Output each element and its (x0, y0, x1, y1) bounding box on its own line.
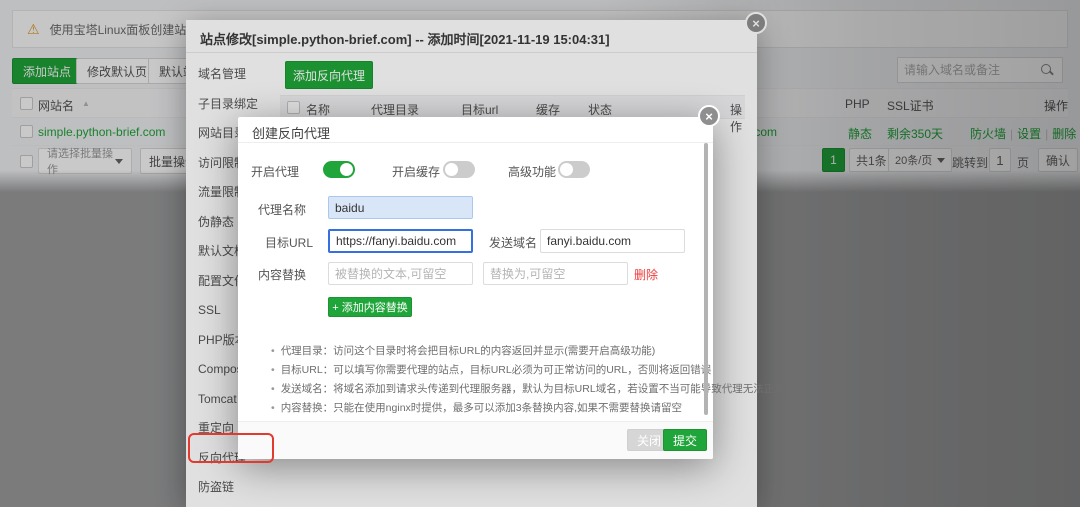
sort-asc-icon[interactable]: ▲ (82, 99, 90, 108)
close-icon[interactable]: × (745, 12, 767, 34)
batch-checkbox[interactable] (20, 155, 33, 168)
caret-down-icon (937, 157, 946, 163)
proxy-col-dir: 代理目录 (371, 103, 420, 117)
jump-input[interactable] (989, 148, 1011, 172)
note-target-url: • 目标URL：可以填写你需要代理的站点，目标URL必须为可正常访问的URL，否则… (271, 364, 712, 376)
bullet-icon: • (271, 402, 275, 414)
toggle-knob (560, 163, 573, 176)
row-actions: 防火墙 | 设置 | 删除 (970, 125, 1076, 142)
page-1-button[interactable]: 1 (822, 148, 845, 172)
proxy-name-input[interactable] (328, 196, 473, 219)
search-input[interactable] (898, 63, 1040, 77)
target-url-input[interactable] (328, 229, 473, 253)
bullet-icon: • (271, 364, 275, 376)
send-domain-label: 发送域名 (489, 236, 538, 250)
enable-proxy-label: 开启代理 (251, 165, 300, 179)
proxy-col-target: 目标url (461, 103, 499, 117)
page-size-select[interactable]: 20条/页 (888, 148, 953, 172)
menu-item-domain[interactable]: 域名管理 (186, 60, 268, 90)
row-checkbox[interactable] (20, 125, 33, 138)
firewall-link[interactable]: 防火墙 (970, 127, 1006, 141)
col-site-name[interactable]: 网站名 (38, 97, 74, 114)
jump-unit: 页 (1017, 156, 1030, 170)
bullet-icon: • (271, 345, 275, 357)
dialog-header: 站点修改[simple.python-brief.com] -- 添加时间[20… (186, 20, 757, 53)
menu-item-site-log[interactable]: 网站日志 (186, 503, 268, 507)
delete-link[interactable]: 删除 (1052, 127, 1076, 141)
warning-icon: ⚠ (27, 20, 40, 37)
caret-down-icon (115, 158, 123, 164)
send-domain-input[interactable] (540, 229, 685, 253)
toggle-knob (445, 163, 458, 176)
proxy-table-header: 名称 代理目录 目标url 缓存 状态 操作 (280, 95, 745, 134)
enable-proxy-toggle[interactable] (323, 161, 355, 178)
site-name-link[interactable]: simple.python-brief.com (38, 125, 165, 139)
batch-select-value: 请选择批量操作 (47, 148, 113, 176)
php-status[interactable]: 静态 (848, 125, 872, 142)
screen: ⚠ 使用宝塔Linux面板创建站点时会自动创 添加站点 修改默认页 默认站点 网… (0, 0, 1080, 507)
batch-select[interactable]: 请选择批量操作 (38, 148, 132, 176)
create-reverse-proxy-dialog: 创建反向代理 × 开启代理 开启缓存 高级功能 代理名称 目标URL 发送域名 … (238, 105, 806, 459)
proxy-col-name: 名称 (306, 103, 331, 117)
col-php: PHP (845, 97, 870, 111)
bullet-icon: • (271, 383, 275, 395)
col-actions: 操作 (1044, 99, 1069, 113)
proxy-dialog-title: 创建反向代理 (252, 126, 331, 141)
action-separator: | (1045, 127, 1049, 141)
enable-cache-label: 开启缓存 (392, 165, 441, 179)
proxy-dialog-header: 创建反向代理 (238, 117, 713, 143)
note-content-replace: • 内容替换：只能在使用nginx时提供，最多可以添加3条替换内容,如果不需要替换… (271, 402, 683, 414)
dialog-title: 站点修改[simple.python-brief.com] -- 添加时间[20… (200, 32, 610, 47)
replace-to-input[interactable] (483, 262, 628, 285)
proxy-col-status: 状态 (588, 103, 613, 117)
total-count: 共1条 (849, 148, 894, 172)
settings-link[interactable]: 设置 (1017, 127, 1041, 141)
add-site-button[interactable]: 添加站点 (12, 58, 83, 84)
proxy-dialog-footer: 关闭 提交 (238, 421, 713, 459)
action-separator: | (1010, 127, 1014, 141)
modify-default-page-button[interactable]: 修改默认页 (76, 58, 159, 84)
content-replace-label: 内容替换 (258, 268, 307, 282)
site-search (897, 57, 1063, 83)
note-send-domain: • 发送域名：将域名添加到请求头传递到代理服务器，默认为目标URL域名，若设置不当… (271, 383, 806, 395)
scrollbar-thumb[interactable] (704, 143, 708, 415)
jump-label: 跳转到 (952, 156, 989, 170)
replace-from-input[interactable] (328, 262, 473, 285)
add-reverse-proxy-button[interactable]: 添加反向代理 (285, 61, 373, 89)
menu-item-subdir[interactable]: 子目录绑定 (186, 90, 268, 120)
enable-cache-toggle[interactable] (443, 161, 475, 178)
select-all-checkbox[interactable] (20, 97, 33, 110)
confirm-button[interactable]: 确认 (1038, 148, 1079, 172)
proxy-col-cache: 缓存 (536, 103, 561, 117)
col-ssl: SSL证书 (887, 99, 934, 113)
proxy-col-actions: 操作 (730, 103, 743, 134)
close-icon[interactable]: × (698, 105, 720, 127)
page-size-value: 20条/页 (895, 155, 933, 167)
submit-button[interactable]: 提交 (663, 429, 708, 451)
proxy-name-label: 代理名称 (258, 203, 307, 217)
menu-item-anti-leech[interactable]: 防盗链 (186, 473, 268, 503)
advanced-label: 高级功能 (508, 165, 557, 179)
search-icon[interactable] (1040, 63, 1054, 77)
note-proxy-dir: • 代理目录：访问这个目录时将会把目标URL的内容返回并显示(需要开启高级功能) (271, 345, 656, 357)
advanced-toggle[interactable] (558, 161, 590, 178)
proxy-select-all-checkbox[interactable] (287, 101, 300, 114)
add-content-replace-button[interactable]: + 添加内容替换 (328, 297, 412, 317)
target-url-label: 目标URL (265, 236, 314, 250)
ssl-days[interactable]: 剩余350天 (887, 125, 943, 142)
delete-replace-link[interactable]: 删除 (634, 266, 658, 283)
toggle-knob (340, 163, 353, 176)
